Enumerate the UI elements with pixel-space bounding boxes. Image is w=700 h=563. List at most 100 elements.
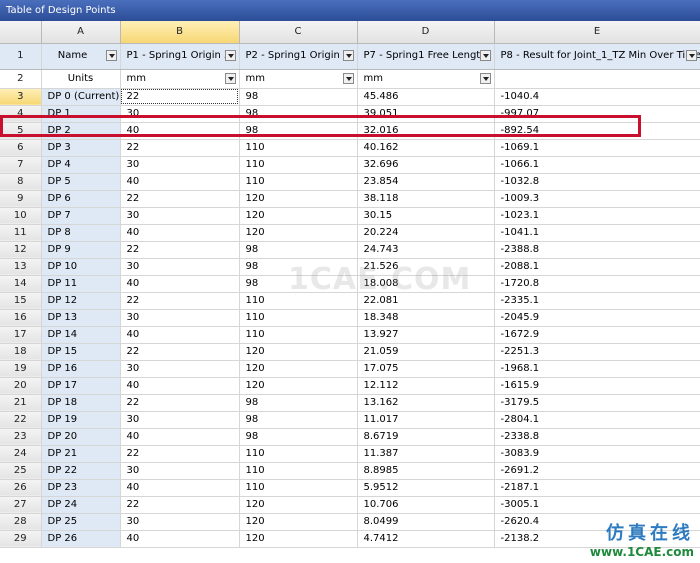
cell-p1[interactable]: 40 [120,530,240,548]
cell-p8[interactable]: -1672.9 [494,326,700,344]
cell-p8[interactable]: -1023.1 [494,207,700,225]
cell-p1[interactable]: 22 [120,394,240,412]
cell-p2[interactable]: 120 [239,207,358,225]
cell-p2[interactable]: 110 [239,445,358,463]
table-row[interactable]: 22 DP 19 30 98 11.017 -2804.1 [0,411,700,429]
row-number[interactable]: 3 [0,88,42,106]
unit-select-p7[interactable]: mm [357,69,495,89]
cell-name[interactable]: DP 1 [41,105,121,123]
cell-p1[interactable]: 40 [120,377,240,395]
cell-p1[interactable]: 30 [120,156,240,174]
row-number[interactable]: 19 [0,360,42,378]
cell-p2[interactable]: 110 [239,173,358,191]
cell-p2[interactable]: 98 [239,411,358,429]
table-row[interactable]: 16 DP 13 30 110 18.348 -2045.9 [0,309,700,327]
filter-dropdown-icon[interactable] [105,50,117,61]
cell-p8[interactable]: -2045.9 [494,309,700,327]
cell-p8[interactable]: -3005.1 [494,496,700,514]
cell-p1[interactable]: 40 [120,173,240,191]
table-row[interactable]: 18 DP 15 22 120 21.059 -2251.3 [0,343,700,361]
table-row[interactable]: 6 DP 3 22 110 40.162 -1069.1 [0,139,700,157]
row-number[interactable]: 11 [0,224,42,242]
cell-p2[interactable]: 120 [239,530,358,548]
table-row[interactable]: 23 DP 20 40 98 8.6719 -2338.8 [0,428,700,446]
cell-name[interactable]: DP 3 [41,139,121,157]
cell-p1[interactable]: 40 [120,479,240,497]
row-number[interactable]: 1 [0,43,42,70]
cell-p8[interactable]: -1041.1 [494,224,700,242]
table-row[interactable]: 7 DP 4 30 110 32.696 -1066.1 [0,156,700,174]
cell-p8[interactable]: -1009.3 [494,190,700,208]
cell-p8[interactable]: -1720.8 [494,275,700,293]
table-row[interactable]: 5 DP 2 40 98 32.016 -892.54 [0,122,700,140]
cell-name[interactable]: DP 8 [41,224,121,242]
cell-p8[interactable]: -2691.2 [494,462,700,480]
column-header-b[interactable]: B [120,21,240,44]
cell-p8[interactable]: -1968.1 [494,360,700,378]
field-name-p8[interactable]: P8 - Result for Joint_1_TZ Min Over Time [494,43,700,70]
cell-p7[interactable]: 18.348 [357,309,495,327]
cell-p2[interactable]: 98 [239,88,358,106]
cell-name[interactable]: DP 6 [41,190,121,208]
row-number[interactable]: 16 [0,309,42,327]
cell-p8[interactable]: -2335.1 [494,292,700,310]
cell-p1[interactable]: 22 [120,292,240,310]
cell-p1[interactable]: 30 [120,411,240,429]
table-row[interactable]: 20 DP 17 40 120 12.112 -1615.9 [0,377,700,395]
cell-name[interactable]: DP 25 [41,513,121,531]
cell-p1[interactable]: 30 [120,258,240,276]
cell-p7[interactable]: 40.162 [357,139,495,157]
row-number[interactable]: 22 [0,411,42,429]
cell-p1[interactable]: 40 [120,122,240,140]
cell-p1[interactable]: 40 [120,224,240,242]
cell-p7[interactable]: 11.017 [357,411,495,429]
cell-p1[interactable]: 22 [120,241,240,259]
cell-p1[interactable]: 22 [120,139,240,157]
table-row[interactable]: 17 DP 14 40 110 13.927 -1672.9 [0,326,700,344]
cell-p2[interactable]: 110 [239,479,358,497]
row-number[interactable]: 5 [0,122,42,140]
row-number[interactable]: 8 [0,173,42,191]
cell-name[interactable]: DP 0 (Current) [41,88,121,106]
cell-p1[interactable]: 30 [120,360,240,378]
cell-p1[interactable]: 40 [120,428,240,446]
cell-name[interactable]: DP 19 [41,411,121,429]
row-number[interactable]: 29 [0,530,42,548]
row-number[interactable]: 17 [0,326,42,344]
cell-p7[interactable]: 45.486 [357,88,495,106]
table-row[interactable]: 11 DP 8 40 120 20.224 -1041.1 [0,224,700,242]
row-number[interactable]: 25 [0,462,42,480]
unit-dropdown-icon[interactable] [224,72,236,84]
cell-p8[interactable]: -1066.1 [494,156,700,174]
cell-p7[interactable]: 32.016 [357,122,495,140]
cell-p7[interactable]: 32.696 [357,156,495,174]
cell-p1[interactable]: 22 [120,190,240,208]
cell-p8[interactable]: -892.54 [494,122,700,140]
row-number[interactable]: 15 [0,292,42,310]
row-number[interactable]: 28 [0,513,42,531]
corner-cell[interactable] [0,21,42,44]
unit-select-p1[interactable]: mm [120,69,240,89]
cell-p1[interactable]: 22 [120,496,240,514]
cell-name[interactable]: DP 13 [41,309,121,327]
cell-p7[interactable]: 13.162 [357,394,495,412]
cell-p1[interactable]: 30 [120,105,240,123]
cell-name[interactable]: DP 9 [41,241,121,259]
cell-name[interactable]: DP 11 [41,275,121,293]
cell-p2[interactable]: 110 [239,326,358,344]
cell-p8[interactable]: -1040.4 [494,88,700,106]
cell-p8[interactable]: -2338.8 [494,428,700,446]
cell-name[interactable]: DP 15 [41,343,121,361]
row-number[interactable]: 10 [0,207,42,225]
cell-name[interactable]: DP 20 [41,428,121,446]
cell-name[interactable]: DP 18 [41,394,121,412]
column-header-e[interactable]: E [494,21,700,44]
cell-p2[interactable]: 120 [239,513,358,531]
cell-name[interactable]: DP 7 [41,207,121,225]
row-number[interactable]: 4 [0,105,42,123]
row-number[interactable]: 14 [0,275,42,293]
cell-p2[interactable]: 120 [239,496,358,514]
cell-p7[interactable]: 39.051 [357,105,495,123]
table-row[interactable]: 4 DP 1 30 98 39.051 -997.07 [0,105,700,123]
filter-dropdown-icon[interactable] [479,50,491,61]
